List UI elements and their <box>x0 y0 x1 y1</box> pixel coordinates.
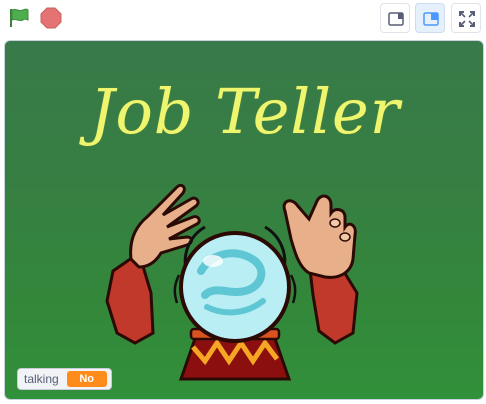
fullscreen-icon <box>459 11 475 27</box>
stop-button[interactable] <box>38 6 64 30</box>
stage-title: Job Teller <box>89 75 401 148</box>
stage-toolbar <box>0 0 486 38</box>
stage[interactable]: Job Teller talking No <box>4 40 484 400</box>
green-flag-button[interactable] <box>6 6 32 30</box>
fullscreen-button[interactable] <box>451 3 481 33</box>
normal-stage-button[interactable] <box>415 3 445 33</box>
crystal-ball <box>179 231 291 343</box>
stop-icon <box>40 7 62 29</box>
small-stage-icon <box>388 12 404 26</box>
monitor-label: talking <box>24 372 59 386</box>
crystal-ball-image <box>105 183 359 381</box>
small-stage-button[interactable] <box>380 3 410 33</box>
green-flag-icon <box>10 8 29 27</box>
monitor-value: No <box>66 371 107 387</box>
variable-monitor[interactable]: talking No <box>17 368 112 390</box>
normal-stage-icon <box>423 12 439 26</box>
left-hand <box>129 183 201 269</box>
